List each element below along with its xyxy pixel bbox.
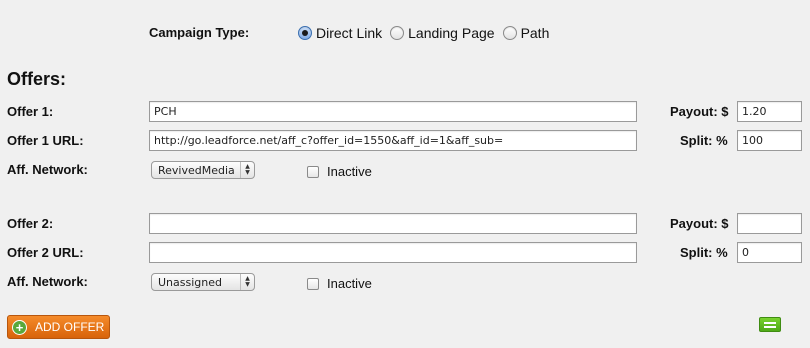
offer-1-network-label: Aff. Network: bbox=[7, 162, 88, 177]
add-offer-label: ADD OFFER bbox=[35, 320, 105, 334]
add-offer-button[interactable]: + ADD OFFER bbox=[7, 315, 110, 339]
radio-icon[interactable] bbox=[390, 26, 405, 40]
radio-icon[interactable] bbox=[502, 26, 517, 40]
offer-2-url-input[interactable] bbox=[149, 242, 637, 263]
offer-1-payout-input[interactable] bbox=[737, 101, 802, 122]
campaign-type-radio-group: Direct Link Landing Page Path bbox=[298, 25, 557, 41]
offer-1-network-value: RevivedMedia bbox=[158, 163, 235, 177]
radio-landing-page[interactable]: Landing Page bbox=[390, 25, 495, 41]
offer-2-payout-label: Payout: $ bbox=[670, 216, 729, 231]
radio-path[interactable]: Path bbox=[502, 25, 550, 41]
offer-1-url-input[interactable] bbox=[149, 130, 637, 151]
offers-heading: Offers: bbox=[7, 69, 67, 89]
updown-arrows-icon: ▲ ▼ bbox=[240, 162, 254, 178]
offer-1-url-label: Offer 1 URL: bbox=[7, 133, 84, 148]
offer-2-inactive-toggle[interactable]: Inactive bbox=[307, 276, 372, 291]
radio-label-landing-page: Landing Page bbox=[408, 25, 495, 41]
offer-1-label: Offer 1: bbox=[7, 104, 54, 119]
offer-1-inactive-label: Inactive bbox=[327, 164, 372, 179]
equals-icon-bar-top bbox=[764, 321, 776, 324]
offer-1-name-input[interactable] bbox=[149, 101, 637, 122]
offer-1-payout-label: Payout: $ bbox=[670, 104, 729, 119]
offer-1-inactive-toggle[interactable]: Inactive bbox=[307, 164, 372, 179]
equals-icon-bar-bottom bbox=[764, 325, 776, 328]
offer-2-name-input[interactable] bbox=[149, 213, 637, 234]
offer-1-split-label: Split: % bbox=[680, 133, 728, 148]
offer-2-inactive-label: Inactive bbox=[327, 276, 372, 291]
radio-direct-link[interactable]: Direct Link bbox=[298, 25, 382, 41]
radio-label-direct-link: Direct Link bbox=[316, 25, 383, 41]
offer-2-split-label: Split: % bbox=[680, 245, 728, 260]
plus-circle-icon: + bbox=[12, 319, 27, 335]
offer-2-network-value: Unassigned bbox=[158, 275, 222, 289]
updown-arrows-icon: ▲ ▼ bbox=[240, 274, 254, 290]
menu-toggle-button[interactable] bbox=[759, 317, 781, 332]
offer-2-url-label: Offer 2 URL: bbox=[7, 245, 84, 260]
offer-2-network-label: Aff. Network: bbox=[7, 274, 88, 289]
offer-2-payout-input[interactable] bbox=[737, 213, 802, 234]
radio-icon-checked[interactable] bbox=[298, 26, 312, 40]
radio-label-path: Path bbox=[520, 25, 550, 41]
campaign-type-label: Campaign Type: bbox=[149, 25, 250, 40]
offer-2-split-input[interactable] bbox=[737, 242, 802, 263]
offer-1-network-select[interactable]: RevivedMedia ▲ ▼ bbox=[151, 161, 255, 179]
offer-1-inactive-checkbox[interactable] bbox=[307, 165, 319, 178]
offer-1-split-input[interactable] bbox=[737, 130, 802, 151]
offer-2-inactive-checkbox[interactable] bbox=[307, 277, 319, 290]
offer-2-network-select[interactable]: Unassigned ▲ ▼ bbox=[151, 273, 255, 291]
offer-2-label: Offer 2: bbox=[7, 216, 54, 231]
